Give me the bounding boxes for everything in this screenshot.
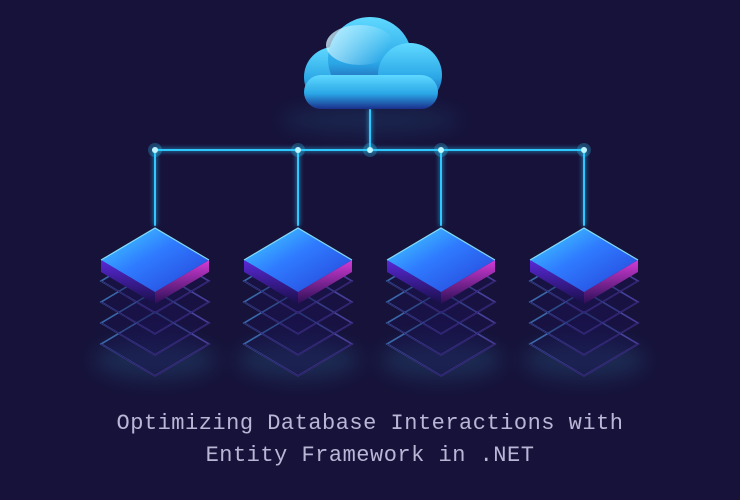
hero-caption: Optimizing Database Interactions with En… (0, 408, 740, 472)
hero-illustration-card: Optimizing Database Interactions with En… (0, 0, 740, 500)
